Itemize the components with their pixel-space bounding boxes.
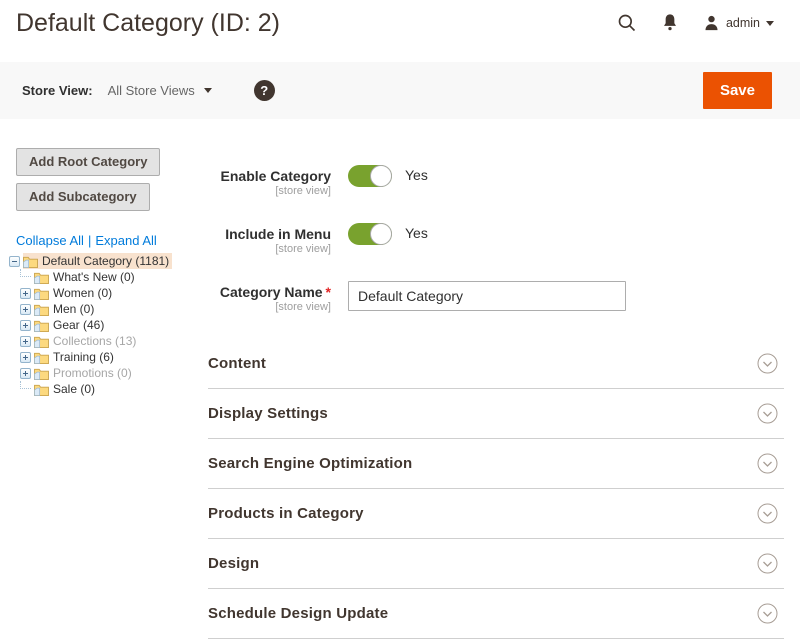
tree-item-label: Training (6): [53, 350, 114, 364]
tree-item-whats-new[interactable]: What's New (0): [9, 269, 208, 285]
tree-item-women[interactable]: Women (0): [9, 285, 208, 301]
tree-item-label: Men (0): [53, 302, 94, 316]
folder-icon: [34, 383, 49, 396]
add-root-category-button[interactable]: Add Root Category: [16, 148, 160, 176]
chevron-down-circle-icon[interactable]: [757, 603, 778, 624]
folder-icon: [34, 335, 49, 348]
section-title: Products in Category: [208, 505, 364, 522]
field-scope-hint: [store view]: [208, 301, 331, 313]
expand-plus-icon[interactable]: [20, 288, 31, 299]
category-form: Enable Category [store view] Yes Include…: [208, 148, 784, 639]
chevron-down-icon: [204, 88, 212, 93]
section-products-in-category[interactable]: Products in Category: [208, 489, 784, 539]
field-scope-hint: [store view]: [208, 243, 331, 255]
tree-item-default-category[interactable]: Default Category (1181): [9, 253, 208, 269]
folder-icon: [34, 303, 49, 316]
expand-plus-icon[interactable]: [20, 352, 31, 363]
tree-item-label: Promotions (0): [53, 366, 132, 380]
admin-username: admin: [726, 16, 760, 30]
header-actions: admin: [617, 13, 774, 33]
link-separator: |: [88, 233, 91, 248]
field-category-name: Category Name* [store view]: [208, 281, 784, 313]
tree-item-label: Default Category (1181): [42, 254, 169, 268]
save-button[interactable]: Save: [703, 72, 772, 109]
chevron-down-circle-icon[interactable]: [757, 553, 778, 574]
section-title: Display Settings: [208, 405, 328, 422]
store-view-switcher[interactable]: All Store Views: [108, 83, 212, 98]
chevron-down-circle-icon[interactable]: [757, 503, 778, 524]
expand-plus-icon[interactable]: [20, 304, 31, 315]
folder-icon: [34, 319, 49, 332]
expand-plus-icon[interactable]: [20, 320, 31, 331]
tree-item-gear[interactable]: Gear (46): [9, 317, 208, 333]
tree-item-training[interactable]: Training (6): [9, 349, 208, 365]
page-title: Default Category (ID: 2): [16, 9, 280, 38]
toggle-value: Yes: [405, 223, 428, 241]
category-tree-panel: Add Root Category Add Subcategory Collap…: [16, 148, 208, 639]
tree-item-sale[interactable]: Sale (0): [9, 381, 208, 397]
section-display-settings[interactable]: Display Settings: [208, 389, 784, 439]
category-tree: Default Category (1181) What's New (0) W…: [9, 253, 208, 397]
tree-item-promotions[interactable]: Promotions (0): [9, 365, 208, 381]
add-subcategory-button[interactable]: Add Subcategory: [16, 183, 150, 211]
field-label: Enable Category: [208, 168, 331, 184]
folder-icon: [23, 255, 38, 268]
tree-item-label: What's New (0): [53, 270, 135, 284]
include-in-menu-toggle[interactable]: [348, 223, 392, 245]
content-area: Add Root Category Add Subcategory Collap…: [0, 119, 800, 639]
section-title: Design: [208, 555, 259, 572]
tree-item-collections[interactable]: Collections (13): [9, 333, 208, 349]
folder-icon: [34, 271, 49, 284]
bell-icon[interactable]: [661, 13, 679, 33]
field-label: Include in Menu: [208, 226, 331, 242]
search-icon[interactable]: [617, 13, 637, 33]
section-search-engine-optimization[interactable]: Search Engine Optimization: [208, 439, 784, 489]
page-header: Default Category (ID: 2) admin: [0, 0, 800, 62]
toggle-knob: [370, 223, 392, 245]
chevron-down-circle-icon[interactable]: [757, 403, 778, 424]
chevron-down-circle-icon[interactable]: [757, 453, 778, 474]
page-toolbar: Store View: All Store Views ? Save: [0, 62, 800, 119]
chevron-down-icon: [766, 21, 774, 26]
store-view-value: All Store Views: [108, 83, 195, 98]
toggle-knob: [370, 165, 392, 187]
collapse-minus-icon[interactable]: [9, 256, 20, 267]
collapse-all-link[interactable]: Collapse All: [16, 233, 84, 248]
section-title: Search Engine Optimization: [208, 455, 412, 472]
section-content[interactable]: Content: [208, 339, 784, 389]
folder-icon: [34, 351, 49, 364]
tree-item-label: Sale (0): [53, 382, 95, 396]
required-marker: *: [326, 284, 331, 300]
folder-icon: [34, 287, 49, 300]
tree-item-label: Women (0): [53, 286, 112, 300]
field-enable-category: Enable Category [store view] Yes: [208, 165, 784, 197]
field-scope-hint: [store view]: [208, 185, 331, 197]
section-title: Content: [208, 355, 266, 372]
accordion-sections: Content Display Settings Search Engine O…: [208, 339, 784, 639]
chevron-down-circle-icon[interactable]: [757, 353, 778, 374]
tree-item-label: Gear (46): [53, 318, 104, 332]
account-menu[interactable]: admin: [703, 14, 774, 32]
toggle-value: Yes: [405, 165, 428, 183]
tree-connector: [20, 381, 31, 389]
category-name-input[interactable]: [348, 281, 626, 311]
tree-item-label: Collections (13): [53, 334, 136, 348]
tree-connector: [20, 269, 31, 277]
expand-plus-icon[interactable]: [20, 336, 31, 347]
user-icon: [703, 14, 720, 32]
expand-all-link[interactable]: Expand All: [95, 233, 156, 248]
section-design[interactable]: Design: [208, 539, 784, 589]
folder-icon: [34, 367, 49, 380]
enable-category-toggle[interactable]: [348, 165, 392, 187]
store-view-label: Store View:: [22, 83, 93, 98]
tree-links: Collapse All | Expand All: [16, 233, 208, 248]
section-schedule-design-update[interactable]: Schedule Design Update: [208, 589, 784, 639]
expand-plus-icon[interactable]: [20, 368, 31, 379]
field-label: Category Name*: [208, 284, 331, 300]
help-icon[interactable]: ?: [254, 80, 275, 101]
section-title: Schedule Design Update: [208, 605, 388, 622]
field-include-in-menu: Include in Menu [store view] Yes: [208, 223, 784, 255]
tree-item-men[interactable]: Men (0): [9, 301, 208, 317]
